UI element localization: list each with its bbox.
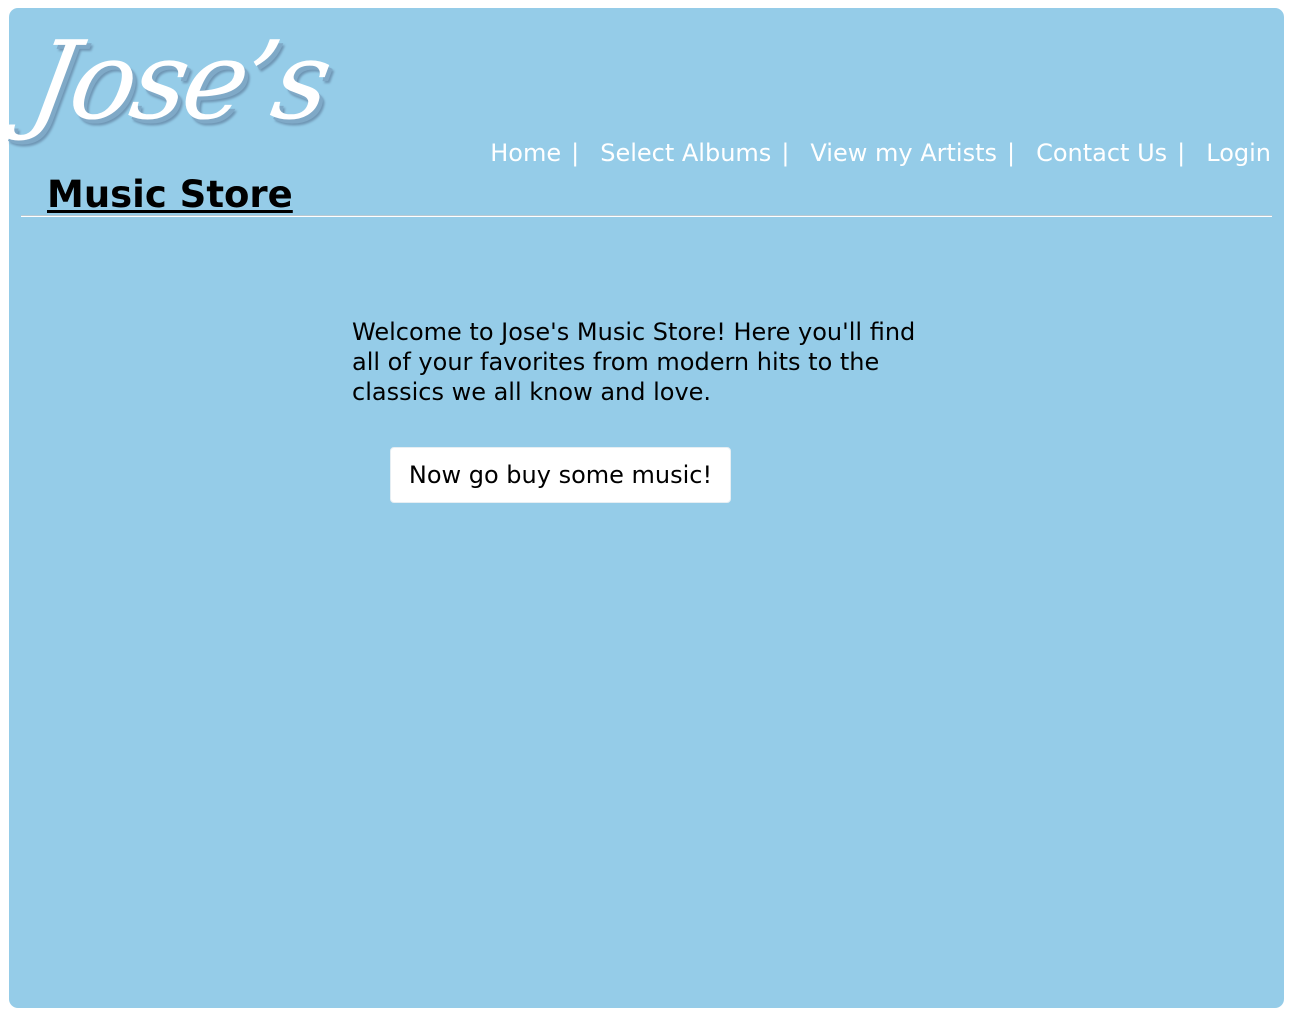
nav-separator: | xyxy=(1006,139,1016,167)
logo-image[interactable]: Jose’s xyxy=(22,19,337,144)
nav-view-artists-link[interactable]: View my Artists xyxy=(810,138,997,169)
nav-login-link[interactable]: Login xyxy=(1206,138,1271,169)
main-nav: Home | Select Albums | View my Artists |… xyxy=(490,138,1271,169)
welcome-text: Welcome to Jose's Music Store! Here you'… xyxy=(352,318,916,406)
header-divider xyxy=(21,215,1272,217)
nav-separator: | xyxy=(1177,139,1186,167)
buy-music-button[interactable]: Now go buy some music! xyxy=(390,447,731,503)
nav-separator: | xyxy=(781,139,790,167)
nav-separator: | xyxy=(571,139,580,167)
page-container: Jose’s Music Store Home | Select Albums … xyxy=(9,8,1284,1008)
nav-select-albums-link[interactable]: Select Albums xyxy=(600,138,771,169)
nav-home-link[interactable]: Home xyxy=(490,138,561,169)
nav-contact-us-link[interactable]: Contact Us xyxy=(1036,138,1167,169)
music-store-link[interactable]: Music Store xyxy=(47,173,293,217)
